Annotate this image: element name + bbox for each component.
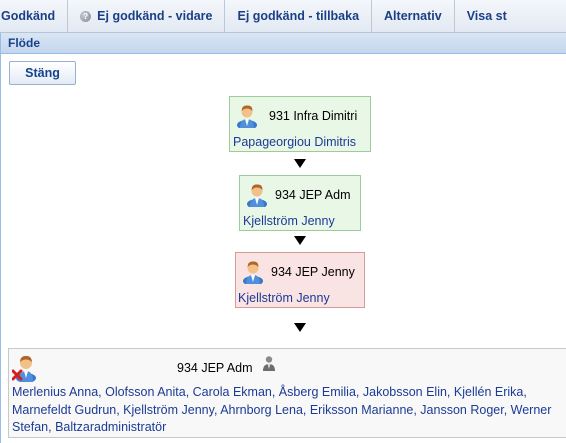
node-title: 934 JEP Adm — [275, 188, 351, 202]
alternatives-button[interactable]: Alternativ — [372, 0, 455, 32]
approved-label: Godkänd — [1, 9, 56, 23]
toolbar: Godkänd ? Ej godkänd - vidare Ej godkänd… — [0, 0, 566, 33]
node-person-link[interactable]: Papageorgiou Dimitris — [233, 135, 356, 149]
flow-arrow — [294, 323, 306, 332]
show-label: Visa st — [466, 9, 507, 23]
close-button[interactable]: Stäng — [9, 61, 76, 85]
panel-body: Stäng 931 Infra Dimitri Papageorgiou Dim… — [1, 55, 566, 443]
not-approved-back-label: Ej godkänd - tillbaka — [237, 9, 360, 23]
user-icon — [237, 105, 257, 128]
node-person-link[interactable]: Kjellström Jenny — [238, 291, 330, 305]
flow-node-3: 934 JEP Jenny Kjellström Jenny — [235, 252, 365, 308]
flow-node-1: 931 Infra Dimitri Papageorgiou Dimitris — [229, 96, 371, 152]
group-title: 934 JEP Adm — [177, 361, 253, 375]
help-icon: ? — [80, 10, 92, 22]
show-button[interactable]: Visa st — [455, 0, 519, 32]
node-title: 934 JEP Jenny — [271, 265, 355, 279]
node-person-link[interactable]: Kjellström Jenny — [243, 214, 335, 228]
flow-node-2: 934 JEP Adm Kjellström Jenny — [239, 175, 361, 231]
flow-arrow — [294, 159, 306, 168]
user-icon — [243, 261, 263, 284]
panel-title: Flöde — [1, 33, 566, 54]
user-group-icon — [263, 356, 275, 371]
alternatives-label: Alternativ — [384, 9, 442, 23]
not-approved-forward-label: Ej godkänd - vidare — [97, 9, 213, 23]
not-approved-back-button[interactable]: Ej godkänd - tillbaka — [225, 0, 373, 32]
flow-arrow — [294, 236, 306, 245]
not-approved-forward-button[interactable]: ? Ej godkänd - vidare — [68, 0, 226, 32]
user-icon — [247, 184, 267, 207]
group-members: Merlenius Anna, Olofsson Anita, Carola E… — [12, 385, 552, 434]
node-title: 931 Infra Dimitri — [269, 109, 358, 123]
approver-group: 934 JEP Adm Merlenius Anna, Olofsson Ani… — [8, 348, 566, 438]
user-remove-icon — [12, 355, 36, 382]
approved-button[interactable]: Godkänd — [0, 0, 69, 32]
flow-panel: Flöde Stäng 931 Infra Dimitri Papageorgi… — [0, 33, 566, 443]
